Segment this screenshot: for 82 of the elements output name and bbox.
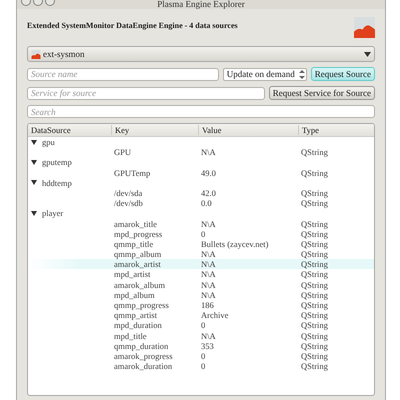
caret-icon: [364, 52, 371, 56]
type-cell-text: QString: [300, 218, 329, 229]
value-cell-text: N\A: [200, 330, 217, 341]
value-cell-text: Bullets (zaycev.net): [200, 238, 270, 250]
key-cell-text: amarok_title: [113, 218, 158, 229]
value-cell-text: 49.0: [200, 168, 217, 178]
value-cell-text: N\A: [200, 147, 217, 158]
key-cell-text: mpd_album: [113, 290, 156, 300]
value-cell-text: 0: [200, 320, 206, 331]
type-cell-text: QString: [300, 310, 329, 320]
type-cell-text: QString: [300, 340, 329, 351]
value-cell-text: N\A: [200, 280, 217, 290]
column-header[interactable]: Value: [198, 125, 298, 135]
window-title: Plasma Engine Explorer: [157, 0, 245, 9]
type-cell-text: QString: [300, 249, 329, 260]
key-cell-text: /dev/sdb: [113, 198, 144, 208]
type-cell-text: QString: [300, 198, 329, 208]
key-cell-text: amarok_progress: [113, 350, 174, 362]
type-cell-text: QString: [300, 188, 329, 198]
service-field[interactable]: Service for source: [27, 86, 265, 100]
value-cell-text: 353: [200, 340, 215, 351]
value-cell-text: 0: [200, 350, 206, 362]
key-cell-text: qmmp_duration: [113, 340, 170, 351]
type-cell-text: QString: [300, 300, 329, 310]
tree-item[interactable]: hddtemp: [42, 178, 72, 188]
request-source-button[interactable]: Request Source: [310, 67, 375, 81]
value-cell-text: N\A: [200, 269, 217, 280]
engine-title: Extended SystemMonitor DataEngine Engine - 4 data sources: [27, 21, 238, 30]
tree-item[interactable]: gpu: [42, 137, 55, 148]
type-cell-text: QString: [300, 330, 329, 341]
chevron-down-icon[interactable]: [31, 140, 37, 145]
key-cell-text: mpd_title: [113, 330, 148, 341]
key-cell-text: qmmp_artist: [113, 310, 158, 320]
update-spinbox[interactable]: Update on demand: [222, 68, 307, 80]
value-cell-text: N\A: [200, 218, 217, 229]
engine-dropdown[interactable]: ext-sysmon: [27, 46, 375, 62]
key-cell-text: GPUTemp: [113, 168, 152, 178]
value-cell-text: 0.0: [200, 198, 213, 208]
source-name-field[interactable]: Source name: [27, 68, 219, 80]
column-header[interactable]: DataSource: [28, 125, 111, 135]
key-cell-text: amarok_album: [113, 280, 166, 290]
value-cell-text: 42.0: [200, 188, 217, 198]
type-cell-text: QString: [300, 259, 329, 270]
type-cell-text: QString: [300, 290, 329, 300]
key-cell-text: mpd_progress: [113, 228, 164, 239]
key-cell-text: GPU: [113, 147, 132, 158]
value-cell-text: N\A: [200, 290, 217, 300]
type-cell-text: QString: [300, 147, 329, 158]
chart-icon: [354, 17, 375, 38]
chart-icon: [31, 50, 41, 58]
value-cell-text: 0: [200, 361, 206, 372]
type-cell-text: QString: [300, 269, 329, 280]
spin-arrows-icon: [298, 68, 306, 80]
key-cell-text: qmmp_progress: [113, 300, 170, 310]
type-cell-text: QString: [300, 280, 329, 290]
tree-item[interactable]: player: [42, 208, 64, 218]
key-cell-text: qmmp_album: [113, 249, 162, 260]
type-cell-text: QString: [300, 238, 329, 250]
key-cell-text: amarok_artist: [113, 259, 162, 270]
value-cell-text: Archive: [200, 310, 230, 320]
type-cell-text: QString: [300, 361, 329, 372]
key-cell-text: mpd_artist: [113, 269, 152, 280]
chevron-down-icon[interactable]: [31, 180, 37, 186]
value-cell-text: 186: [200, 300, 215, 310]
type-cell-text: QString: [300, 228, 329, 239]
chevron-down-icon[interactable]: [31, 210, 37, 216]
chevron-down-icon[interactable]: [31, 160, 37, 165]
type-cell-text: QString: [300, 350, 329, 362]
type-cell-text: QString: [300, 168, 329, 178]
column-header[interactable]: Type: [298, 125, 374, 135]
key-cell-text: qmmp_title: [113, 238, 154, 250]
type-cell-text: QString: [300, 320, 329, 331]
value-cell-text: N\A: [200, 259, 217, 270]
value-cell-text: 0: [200, 228, 206, 239]
key-cell-text: mpd_duration: [113, 320, 163, 331]
request-service-button[interactable]: Request Service for Source: [268, 86, 375, 100]
tree-item[interactable]: gputemp: [42, 157, 72, 168]
column-header[interactable]: Key: [111, 125, 198, 135]
key-cell-text: /dev/sda: [113, 188, 144, 198]
value-cell-text: N\A: [200, 249, 217, 260]
key-cell-text: amarok_duration: [113, 361, 174, 372]
search-field[interactable]: Search: [27, 105, 375, 118]
